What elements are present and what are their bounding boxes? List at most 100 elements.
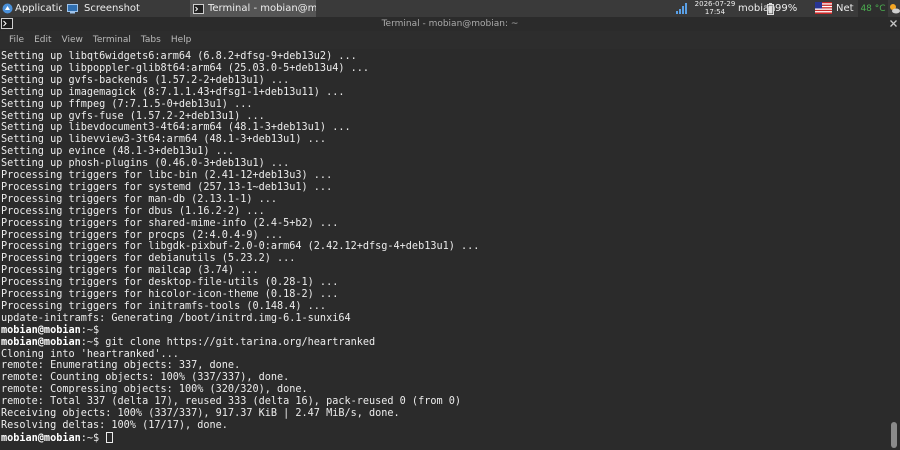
output-text: Processing triggers for systemd (257.13-… [1,181,333,193]
taskbar-item-screenshot[interactable]: Screenshot [64,0,188,17]
terminal-output[interactable]: Setting up libqt6widgets6:arm64 (6.8.2+d… [0,49,888,450]
output-line: Processing triggers for libc-bin (2.41-1… [1,170,332,182]
output-line: Processing triggers for desktop-file-uti… [1,277,338,289]
output-line: Processing triggers for initramfs-tools … [1,301,326,313]
output-line: Cloning into 'heartranked'... [1,349,179,361]
output-text: Cloning into 'heartranked'... [1,348,179,360]
output-line: remote: Total 337 (delta 17), reused 333… [1,396,461,408]
output-line: Processing triggers for hicolor-icon-the… [1,289,338,301]
output-text: Processing triggers for debianutils (5.2… [1,253,296,265]
output-text: Processing triggers for hicolor-icon-the… [1,289,339,300]
output-line: Setting up evince (48.1-3+deb13u1) ... [1,146,234,158]
scrollbar-thumb[interactable] [891,422,897,448]
taskbar-item-label: Terminal - mobian@mobia... [208,3,316,14]
vertical-scrollbar[interactable] [888,49,900,450]
output-text: Setting up libqt6widgets6:arm64 (6.8.2+d… [1,51,357,62]
window-title: Terminal - mobian@mobian: ~ [381,19,519,29]
clock[interactable]: 2026-07-29 17:54 [694,0,736,16]
output-text: Setting up gvfs-backends (1.57.2-2+deb13… [1,74,290,86]
prompt-command: :~$ [80,324,106,336]
applications-icon [2,3,13,14]
output-line: remote: Counting objects: 100% (337/337)… [1,372,289,384]
applications-menu[interactable]: Applications [0,0,62,17]
output-text: Setting up libevview3-3t64:arm64 (48.1-3… [1,134,327,146]
output-text: Processing triggers for dbus (1.16.2-2) … [1,205,265,217]
battery-indicator[interactable]: 99% [767,0,797,17]
output-text: Processing triggers for shared-mime-info… [1,217,339,229]
output-text: Processing triggers for libgdk-pixbuf-2.… [1,241,480,253]
output-text: Processing triggers for procps (2:4.0.4-… [1,229,284,241]
output-line: Processing triggers for man-db (2.13.1-1… [1,194,277,206]
output-line: Receiving objects: 100% (337/337), 917.3… [1,408,400,420]
screenshot-icon [67,3,78,13]
top-panel: Applications Screenshot Terminal - mobia… [0,0,900,17]
output-text: Setting up phosh-plugins (0.46.0-3+deb13… [1,158,290,170]
prompt-line: mobian@mobian:~$ [1,431,114,444]
output-line: update-initramfs: Generating /boot/initr… [1,313,351,325]
battery-icon [767,2,774,15]
output-text: Setting up libevdocument3-4t64:arm64 (48… [1,122,351,134]
temperature-value: 48 °C [860,3,886,14]
output-text: Processing triggers for mailcap (3.74) .… [1,265,259,277]
output-text: Setting up ffmpeg (7:7.1.5-0+deb13u1) ..… [1,98,253,110]
output-text: Processing triggers for desktop-file-uti… [1,277,339,289]
prompt-command: :~$ git clone https://git.tarina.org/hea… [80,336,376,348]
prompt-line: mobian@mobian:~$ [1,325,105,337]
us-flag-icon[interactable] [815,2,832,14]
output-text: remote: Counting objects: 100% (337/337)… [1,372,290,384]
output-line: Processing triggers for procps (2:4.0.4-… [1,230,283,242]
output-line: Processing triggers for shared-mime-info… [1,218,338,230]
clock-time: 17:54 [704,7,726,16]
output-line: remote: Compressing objects: 100% (320/3… [1,384,308,396]
menu-edit[interactable]: Edit [29,35,56,45]
output-line: Processing triggers for systemd (257.13-… [1,182,332,194]
output-line: Setting up libevview3-3t64:arm64 (48.1-3… [1,134,326,146]
menubar: File Edit View Terminal Tabs Help [0,31,900,49]
output-line: Processing triggers for debianutils (5.2… [1,253,295,265]
prompt-user-host: mobian@mobian [1,324,81,336]
menu-view[interactable]: View [57,35,88,45]
output-line: Setting up phosh-plugins (0.46.0-3+deb13… [1,158,289,170]
menu-help[interactable]: Help [166,35,197,45]
output-text: remote: Enumerating objects: 337, done. [1,360,241,372]
network-indicator[interactable]: Net [836,0,854,17]
output-text: Processing triggers for man-db (2.13.1-1… [1,193,278,205]
prompt-command: :~$ [80,432,106,444]
output-text: remote: Total 337 (delta 17), reused 333… [1,396,462,408]
output-line: Setting up libevdocument3-4t64:arm64 (48… [1,122,351,134]
output-text: Receiving objects: 100% (337/337), 917.3… [1,408,400,419]
network-label: Net [836,3,854,14]
output-line: Setting up libpoppler-glib8t64:arm64 (25… [1,63,369,75]
menu-tabs[interactable]: Tabs [136,35,166,45]
output-line: Processing triggers for libgdk-pixbuf-2.… [1,241,479,253]
output-line: Processing triggers for dbus (1.16.2-2) … [1,206,265,218]
output-line: Setting up libqt6widgets6:arm64 (6.8.2+d… [1,51,357,63]
output-line: remote: Enumerating objects: 337, done. [1,360,240,372]
menu-file[interactable]: File [4,35,29,45]
output-text: Resolving deltas: 100% (17/17), done. [1,419,228,431]
battery-percent: 99% [775,3,798,14]
taskbar-item-label: Screenshot [84,3,140,14]
output-line: Setting up imagemagick (8:7.1.1.43+dfsg1… [1,87,344,99]
taskbar-item-terminal[interactable]: Terminal - mobian@mobia... [190,0,316,17]
prompt-user-host: mobian@mobian [1,336,81,348]
close-icon[interactable] [889,19,898,28]
prompt-user-host: mobian@mobian [1,432,81,444]
output-line: Processing triggers for mailcap (3.74) .… [1,265,259,277]
output-text: Setting up evince (48.1-3+deb13u1) ... [1,146,235,158]
output-text: Setting up libpoppler-glib8t64:arm64 (25… [1,62,370,74]
output-text: Processing triggers for libc-bin (2.41-1… [1,170,333,181]
terminal-icon [193,3,204,14]
prompt-line: mobian@mobian:~$ git clone https://git.t… [1,337,375,349]
weather-icon[interactable] [889,3,900,14]
signal-strength-icon[interactable] [676,3,688,14]
output-line: Setting up ffmpeg (7:7.1.5-0+deb13u1) ..… [1,99,252,111]
output-text: remote: Compressing objects: 100% (320/3… [1,384,308,396]
text-cursor [106,431,114,443]
output-line: Setting up gvfs-fuse (1.57.2-2+deb13u1) … [1,111,265,123]
temperature-indicator[interactable]: 48 °C [858,0,888,17]
output-text: Setting up imagemagick (8:7.1.1.43+dfsg1… [1,86,345,98]
output-text: update-initramfs: Generating /boot/initr… [1,312,351,324]
menu-terminal[interactable]: Terminal [88,35,136,45]
window-titlebar[interactable]: Terminal - mobian@mobian: ~ [0,17,900,31]
